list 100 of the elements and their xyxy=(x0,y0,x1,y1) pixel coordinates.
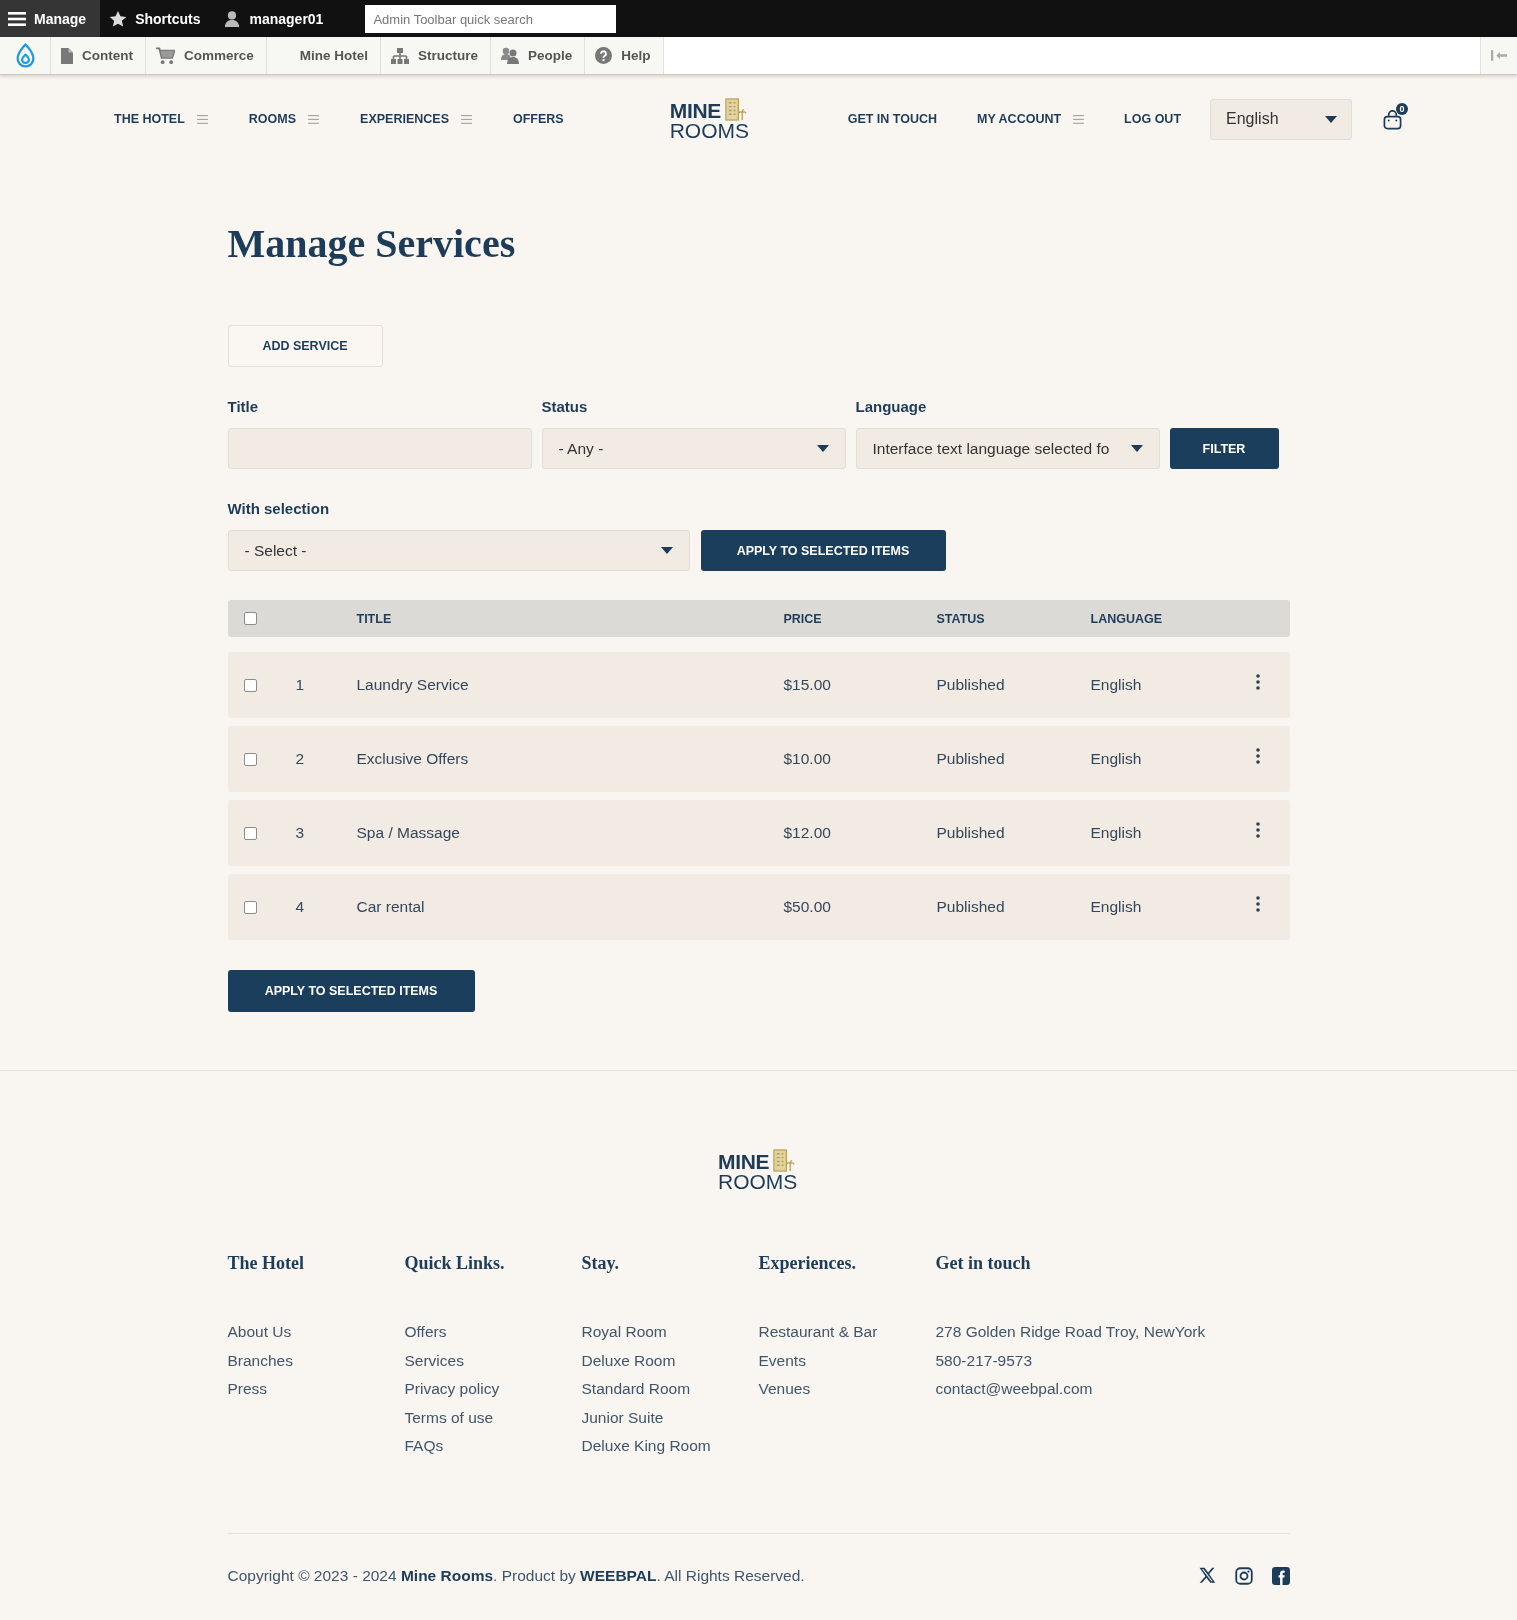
table-cell-text: 2 xyxy=(294,750,305,768)
table-cell-text: 4 xyxy=(294,898,305,916)
toolbar-tab[interactable]: Shortcuts xyxy=(100,0,215,37)
star-icon xyxy=(109,10,128,27)
input-field[interactable] xyxy=(227,428,532,469)
home-link[interactable] xyxy=(0,37,51,74)
user-icon xyxy=(223,10,242,27)
collapse-icon xyxy=(1491,50,1507,61)
nav-link[interactable]: GET IN TOUCH xyxy=(847,112,938,126)
contact-text: 278 Golden Ridge Road Troy, NewYork xyxy=(935,1322,1206,1342)
footer-link[interactable]: FAQs xyxy=(404,1432,444,1461)
logo-text: MINE xyxy=(718,1152,771,1172)
footer-link[interactable]: Deluxe Room xyxy=(581,1346,676,1375)
admin-menu-item[interactable]: People xyxy=(491,37,586,74)
nav-link[interactable]: OFFERS xyxy=(513,112,564,126)
row-checkbox[interactable] xyxy=(243,900,257,914)
select-field[interactable]: - Select - xyxy=(227,530,690,571)
vertical-dots-icon[interactable] xyxy=(1255,896,1260,912)
select-all-checkbox[interactable] xyxy=(243,612,257,625)
instagram-icon[interactable] xyxy=(1234,1566,1253,1585)
toolbar-tab[interactable]: manager01 xyxy=(214,0,338,37)
footer-link[interactable]: Restaurant & Bar xyxy=(758,1318,878,1347)
drop-logo-icon xyxy=(14,43,36,68)
collapse-button[interactable] xyxy=(1480,37,1517,74)
table-cell: $15.00 xyxy=(783,676,831,694)
footer-link[interactable]: Terms of use xyxy=(404,1403,494,1432)
logo-text: ROOMS xyxy=(669,120,750,141)
table-cell-text: 3 xyxy=(294,824,305,842)
add-service-button[interactable]: ADD SERVICE xyxy=(227,325,383,367)
apply-button[interactable]: APPLY TO SELECTED ITEMS xyxy=(227,970,475,1012)
toolbar-tab[interactable]: Manage xyxy=(0,0,101,37)
table-cell: Spa / Massage xyxy=(356,824,460,842)
filter-button[interactable]: FILTER xyxy=(1169,428,1279,469)
menu-icon[interactable] xyxy=(1073,114,1085,124)
facebook-icon[interactable] xyxy=(1271,1566,1290,1585)
field-label: With selection xyxy=(227,500,330,518)
footer-link[interactable]: Offers xyxy=(404,1318,447,1347)
logo-text: MINE xyxy=(669,100,722,121)
shopping-cart-icon xyxy=(156,46,175,65)
table-cell: Published xyxy=(936,824,1005,842)
menu-icon[interactable] xyxy=(308,114,320,124)
table-cell: Laundry Service xyxy=(356,676,469,694)
nav-link[interactable]: MY ACCOUNT xyxy=(977,112,1062,126)
contact-text: contact@weebpal.com xyxy=(935,1379,1093,1399)
table-cell: $12.00 xyxy=(783,824,831,842)
admin-menu-item[interactable]: Help xyxy=(585,37,664,74)
table-cell: English xyxy=(1090,824,1142,842)
vertical-dots-icon[interactable] xyxy=(1255,748,1260,764)
caret-icon xyxy=(1325,115,1338,123)
document-icon xyxy=(61,47,73,64)
contact-text: 580-217-9573 xyxy=(935,1350,1033,1371)
x-logo-icon[interactable] xyxy=(1197,1566,1216,1585)
field-label: Status xyxy=(541,398,588,416)
column-header: LANGUAGE xyxy=(1090,611,1163,626)
nav-link[interactable]: THE HOTEL xyxy=(114,112,185,126)
table-cell: English xyxy=(1090,898,1142,916)
table-cell: Exclusive Offers xyxy=(356,750,469,768)
people-icon xyxy=(501,47,520,64)
table-cell: $50.00 xyxy=(783,898,831,916)
apply-button[interactable]: APPLY TO SELECTED ITEMS xyxy=(700,530,946,571)
row-checkbox[interactable] xyxy=(243,826,257,840)
row-checkbox[interactable] xyxy=(243,752,257,766)
footer-link[interactable]: About Us xyxy=(227,1318,292,1347)
shopping-bag-icon[interactable] xyxy=(1383,108,1403,130)
caret-icon xyxy=(660,547,673,554)
nav-link[interactable]: LOG OUT xyxy=(1124,112,1182,126)
footer-link[interactable]: Press xyxy=(227,1375,268,1404)
select-field[interactable]: Interface text language selected fo xyxy=(855,428,1160,469)
search-field[interactable]: Admin Toolbar quick search xyxy=(365,5,617,33)
menu-icon[interactable] xyxy=(461,114,472,124)
admin-menu-item[interactable]: Mine Hotel xyxy=(266,37,382,74)
select-field[interactable]: - Any - xyxy=(541,428,846,469)
menu-icon[interactable] xyxy=(196,114,208,124)
footer-link[interactable]: Venues xyxy=(758,1375,811,1404)
footer-heading: The Hotel xyxy=(227,1252,304,1275)
vertical-dots-icon[interactable] xyxy=(1255,674,1260,690)
footer-link[interactable]: Branches xyxy=(227,1346,293,1375)
admin-menu-item[interactable]: Commerce xyxy=(146,37,267,74)
footer-link[interactable]: Junior Suite xyxy=(581,1403,664,1432)
footer-link[interactable]: Deluxe King Room xyxy=(581,1432,711,1461)
footer-heading: Quick Links. xyxy=(404,1252,505,1275)
footer-heading: Experiences. xyxy=(758,1252,856,1275)
footer-link[interactable]: Privacy policy xyxy=(404,1375,500,1404)
row-checkbox[interactable] xyxy=(243,678,257,692)
footer-link[interactable]: Events xyxy=(758,1346,806,1375)
footer-link[interactable]: Services xyxy=(404,1346,464,1375)
column-header: STATUS xyxy=(936,611,985,626)
field-label: Title xyxy=(227,398,259,416)
nav-link[interactable]: EXPERIENCES xyxy=(360,112,449,126)
nav-link[interactable]: ROOMS xyxy=(248,112,297,126)
footer-link[interactable]: Royal Room xyxy=(581,1318,667,1347)
table-cell: Published xyxy=(936,898,1005,916)
table-cell: $10.00 xyxy=(783,750,831,768)
admin-menu-item[interactable]: Structure xyxy=(381,37,492,74)
vertical-dots-icon[interactable] xyxy=(1255,822,1260,838)
admin-menu-item[interactable]: Content xyxy=(51,37,146,74)
column-header: PRICE xyxy=(783,611,822,626)
footer-link[interactable]: Standard Room xyxy=(581,1375,691,1404)
building-icon xyxy=(772,1149,796,1172)
language-select[interactable]: English xyxy=(1210,98,1353,140)
